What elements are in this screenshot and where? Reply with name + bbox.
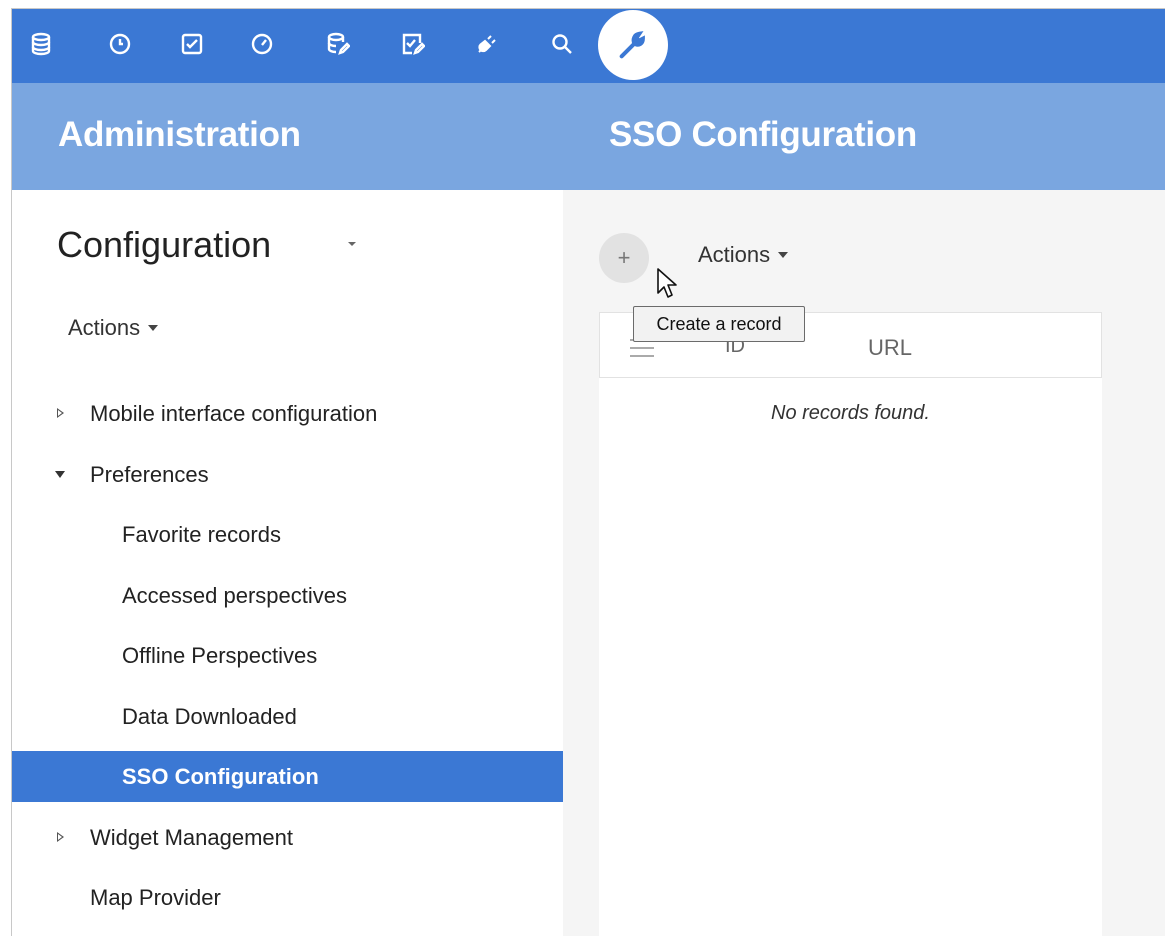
expand-arrow-icon[interactable]	[57, 408, 64, 418]
chevron-down-icon[interactable]	[348, 242, 356, 246]
collapse-arrow-icon[interactable]	[55, 471, 65, 478]
section-title: Administration	[58, 115, 301, 154]
clock-icon[interactable]	[106, 30, 134, 58]
sidebar: Configuration Actions Mobile interface c…	[12, 190, 563, 936]
app-window: Administration SSO Configuration Configu…	[11, 8, 1165, 936]
sidebar-item-data-downloaded[interactable]: Data Downloaded	[12, 691, 563, 742]
top-toolbar	[12, 9, 1165, 83]
tooltip: Create a record	[633, 306, 805, 342]
records-grid: ID ^ URL No records found.	[599, 312, 1102, 936]
sidebar-item-offline-perspectives[interactable]: Offline Perspectives	[12, 630, 563, 681]
checkbox-icon[interactable]	[178, 30, 206, 58]
main-content: + Actions ID ^ URL No records found.	[563, 190, 1165, 936]
sidebar-item-widget-management[interactable]: Widget Management	[12, 812, 563, 863]
caret-down-icon	[778, 252, 789, 258]
database-icon[interactable]	[27, 30, 55, 58]
gauge-icon[interactable]	[248, 30, 276, 58]
sidebar-item-favorite-records[interactable]: Favorite records	[12, 509, 563, 560]
sidebar-item-preferences[interactable]: Preferences	[12, 449, 563, 500]
empty-message: No records found.	[771, 402, 930, 424]
expand-arrow-icon[interactable]	[57, 832, 64, 842]
checkbox-edit-icon[interactable]	[399, 30, 427, 58]
mouse-cursor-icon	[657, 268, 677, 298]
add-record-button[interactable]: +	[599, 233, 649, 283]
content-actions-label: Actions	[698, 242, 771, 267]
sidebar-actions-menu[interactable]: Actions	[68, 315, 159, 341]
sidebar-actions-label: Actions	[68, 315, 141, 340]
database-edit-icon[interactable]	[324, 30, 352, 58]
search-icon[interactable]	[548, 30, 576, 58]
sidebar-heading: Configuration	[57, 224, 272, 265]
column-header-url[interactable]: URL	[868, 335, 912, 361]
sidebar-item-sso-configuration[interactable]: SSO Configuration	[12, 751, 563, 802]
content-actions-menu[interactable]: Actions	[698, 242, 789, 268]
sidebar-item-map-provider[interactable]: Map Provider	[12, 872, 563, 923]
caret-down-icon	[148, 325, 159, 331]
header-band: Administration SSO Configuration	[12, 83, 1165, 190]
wrench-icon[interactable]	[598, 10, 668, 80]
sidebar-item-accessed-perspectives[interactable]: Accessed perspectives	[12, 570, 563, 621]
sidebar-item-mobile-interface-configuration[interactable]: Mobile interface configuration	[12, 388, 563, 439]
plug-icon[interactable]	[473, 30, 501, 58]
page-title: SSO Configuration	[609, 115, 917, 154]
